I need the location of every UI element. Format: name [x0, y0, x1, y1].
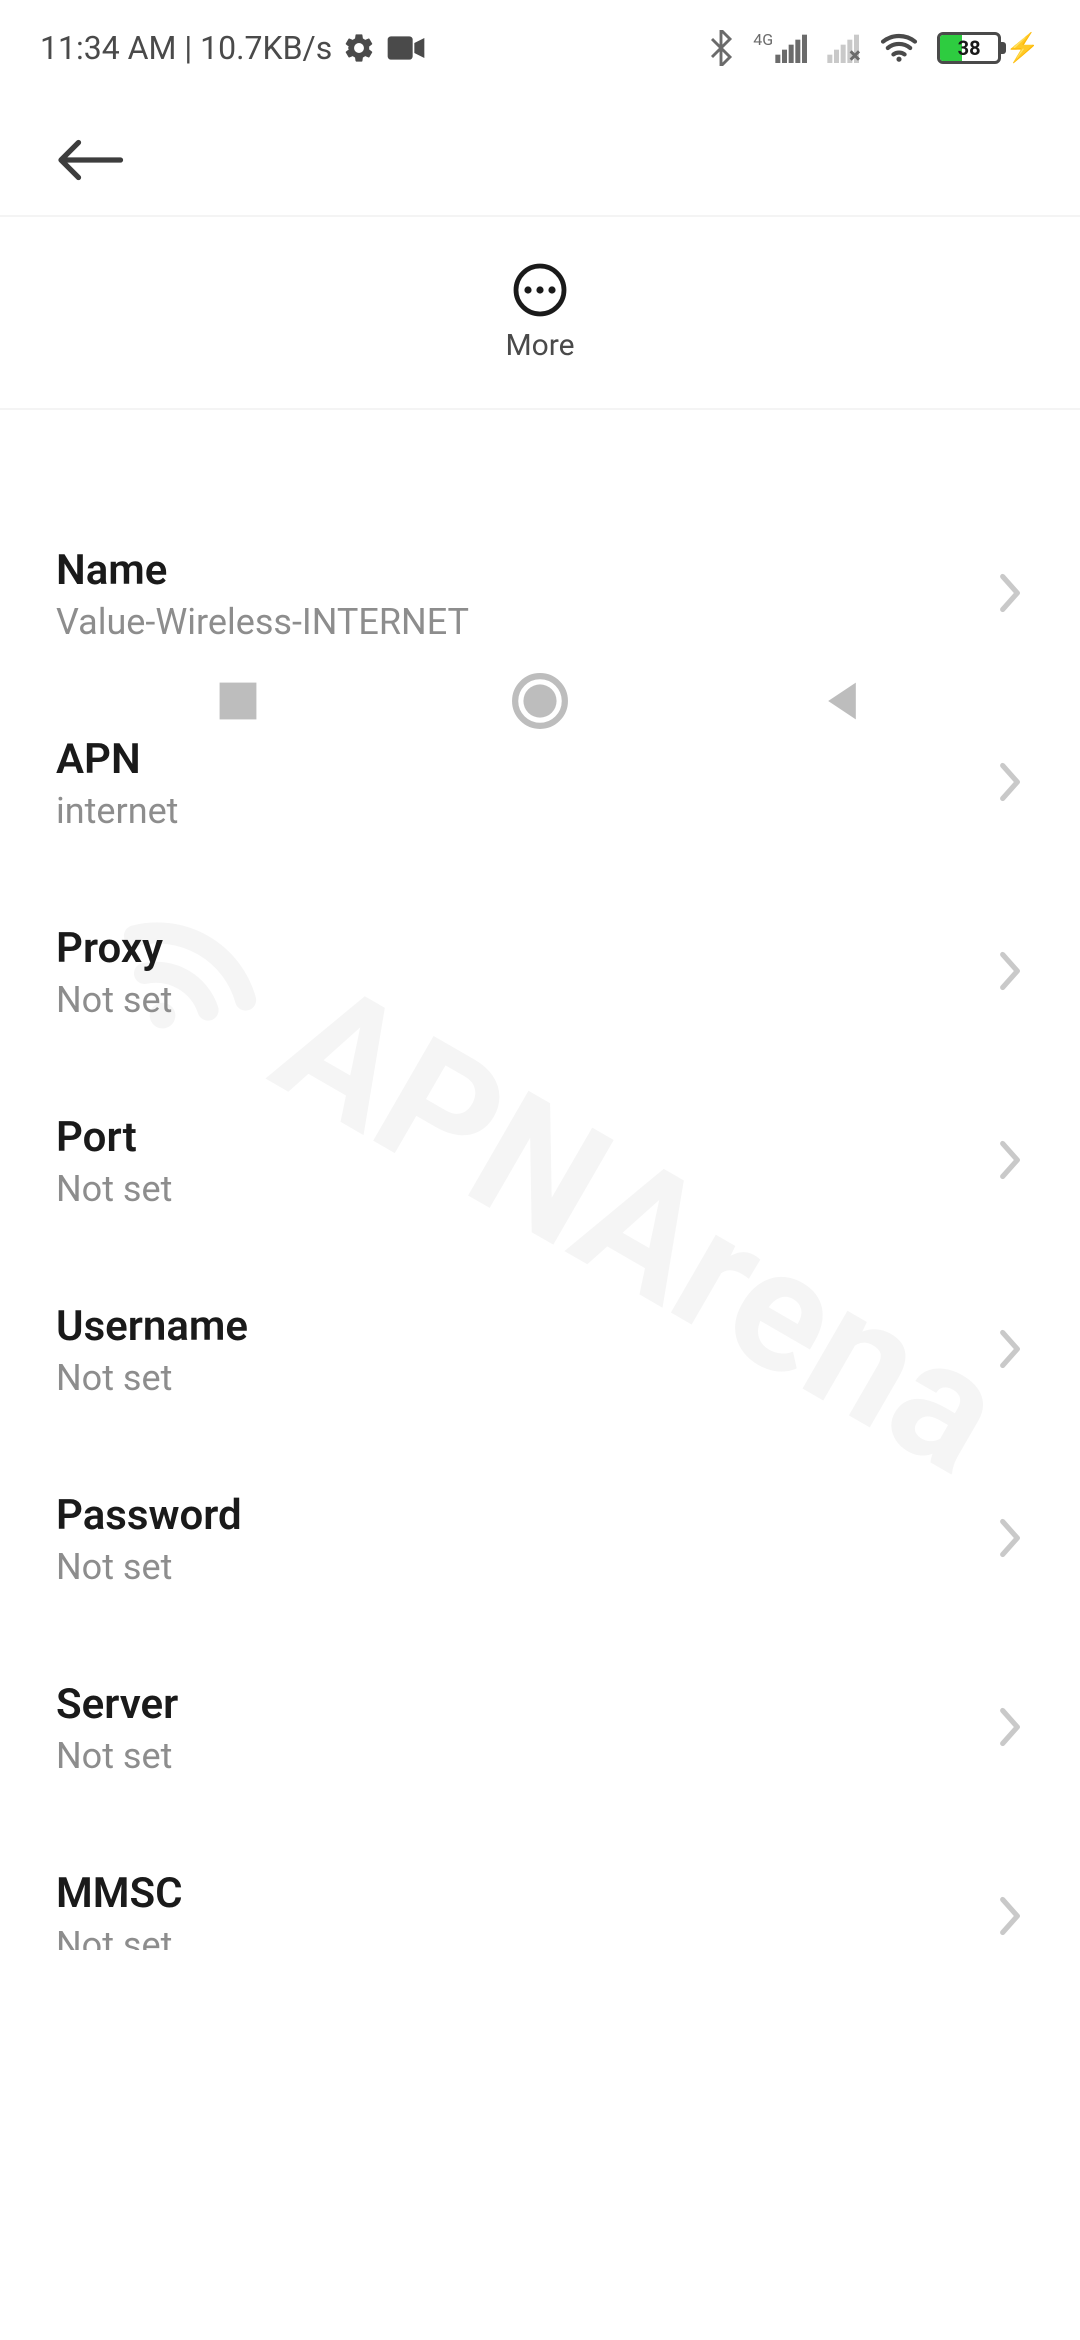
settings-row-label: Username	[56, 1302, 248, 1351]
settings-row-value: Not set	[56, 1735, 178, 1777]
circle-icon	[511, 672, 569, 730]
chevron-right-icon	[996, 1138, 1024, 1186]
chevron-right-icon	[996, 1516, 1024, 1564]
triangle-left-icon	[819, 678, 865, 724]
chevron-right-icon	[996, 949, 1024, 997]
back-button[interactable]	[54, 135, 124, 185]
more-label: More	[505, 328, 574, 363]
charging-icon: ⚡	[1005, 31, 1040, 64]
settings-row-server[interactable]: Server Not set	[0, 1634, 1080, 1823]
square-icon	[215, 678, 261, 724]
chevron-right-icon	[996, 1327, 1024, 1375]
nav-recents-button[interactable]	[215, 678, 261, 728]
more-button[interactable]: More	[505, 262, 574, 363]
battery-percent: 38	[958, 36, 981, 60]
nav-back-button[interactable]	[819, 678, 865, 728]
settings-row-mmsc[interactable]: MMSC Not set	[0, 1823, 1080, 1950]
settings-row-proxy[interactable]: Proxy Not set	[0, 878, 1080, 1067]
chevron-right-icon	[996, 1705, 1024, 1753]
settings-row-label: Name	[56, 546, 469, 595]
settings-row-value: Not set	[56, 1924, 183, 1950]
settings-row-label: MMSC	[56, 1869, 183, 1918]
settings-row-value: Not set	[56, 1357, 248, 1399]
signal-1-icon: 4G	[753, 33, 809, 63]
more-bar: More	[0, 215, 1080, 410]
wifi-icon	[879, 32, 919, 64]
settings-row-label: Proxy	[56, 924, 172, 973]
signal-2-icon	[827, 33, 861, 63]
bluetooth-icon	[707, 30, 735, 66]
navigation-bar	[0, 605, 1080, 800]
gear-icon	[342, 31, 376, 65]
camera-icon	[386, 33, 426, 63]
status-time-and-speed: 11:34 AM | 10.7KB/s	[40, 29, 332, 67]
settings-row-username[interactable]: Username Not set	[0, 1256, 1080, 1445]
arrow-left-icon	[54, 135, 124, 185]
more-ellipsis-icon	[512, 262, 568, 318]
settings-row-value: Not set	[56, 979, 172, 1021]
status-bar: 11:34 AM | 10.7KB/s 4G	[0, 0, 1080, 95]
settings-row-label: Server	[56, 1680, 178, 1729]
settings-row-label: Password	[56, 1491, 242, 1540]
settings-row-port[interactable]: Port Not set	[0, 1067, 1080, 1256]
settings-row-value: Not set	[56, 1546, 242, 1588]
settings-row-password[interactable]: Password Not set	[0, 1445, 1080, 1634]
chevron-right-icon	[996, 1894, 1024, 1942]
settings-row-value: Not set	[56, 1168, 172, 1210]
settings-row-label: Port	[56, 1113, 172, 1162]
nav-home-button[interactable]	[511, 672, 569, 734]
battery-indicator: 38 ⚡	[937, 31, 1040, 64]
